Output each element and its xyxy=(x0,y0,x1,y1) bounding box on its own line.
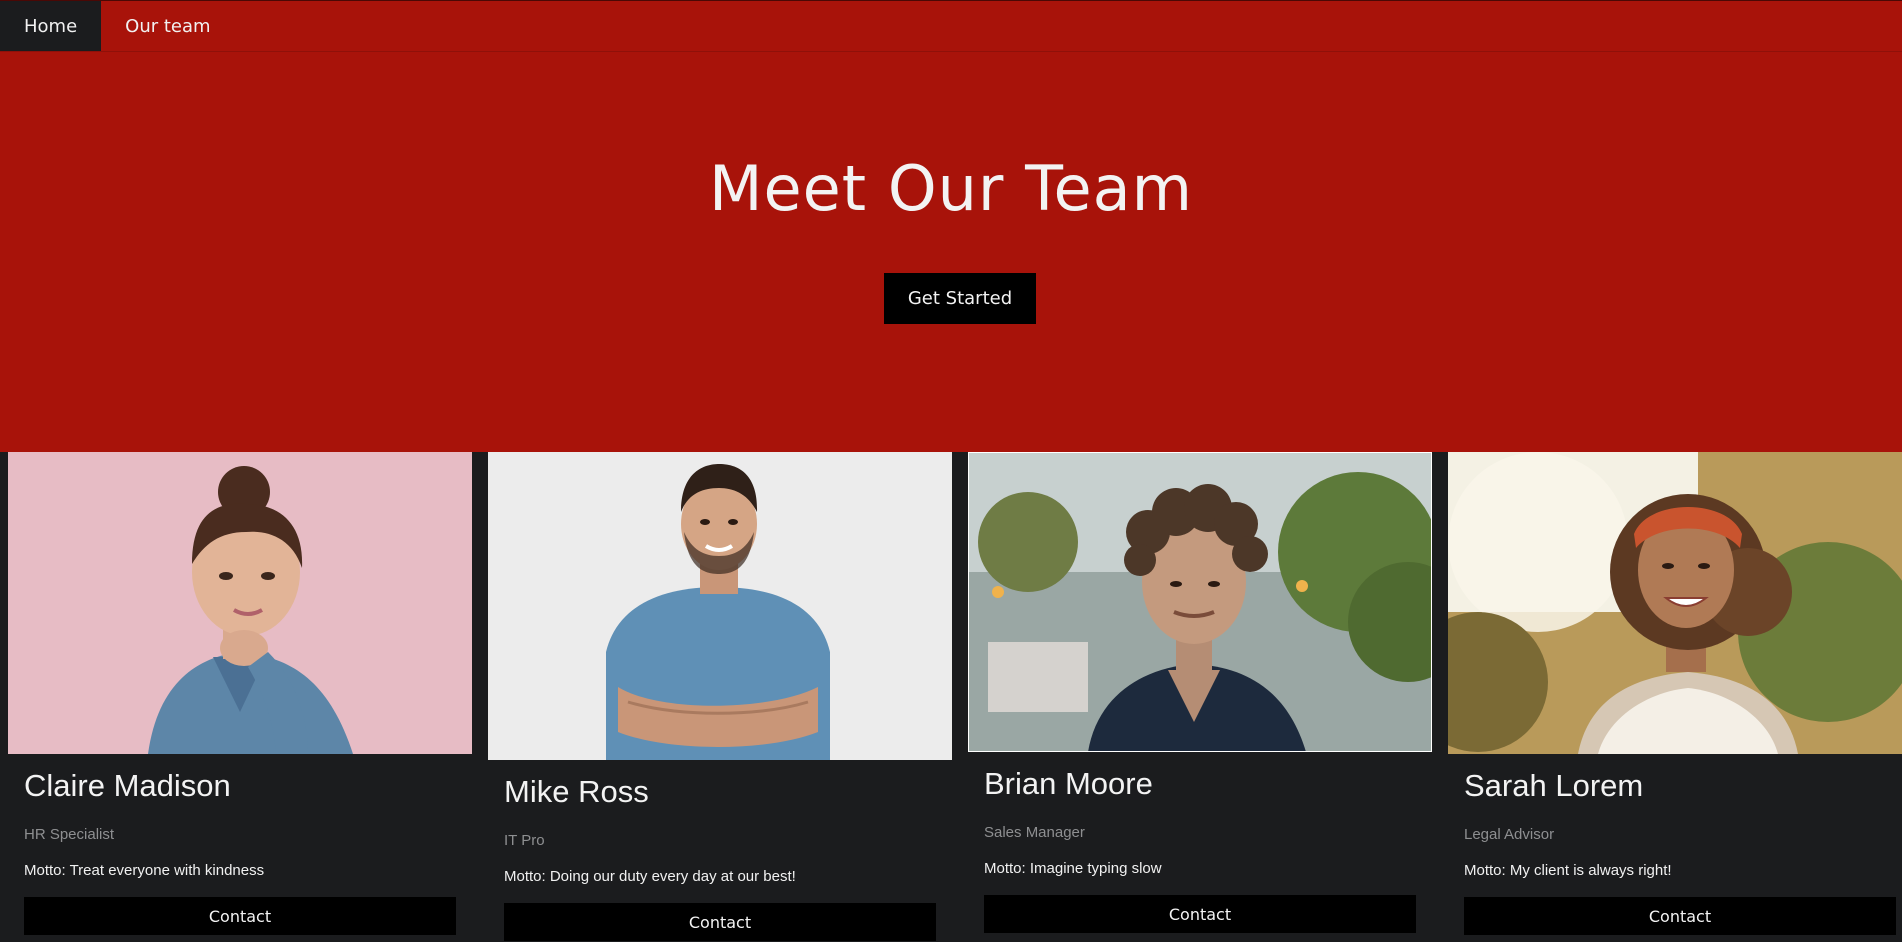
contact-button[interactable]: Contact xyxy=(984,895,1416,933)
member-role: IT Pro xyxy=(504,832,545,849)
card-body-sarah: Sarah Lorem Legal Advisor Motto: My clie… xyxy=(1464,768,1896,935)
team-photo-sarah xyxy=(1448,452,1902,754)
member-role: Legal Advisor xyxy=(1464,826,1555,843)
contact-button[interactable]: Contact xyxy=(1464,897,1896,935)
card-body-brian: Brian Moore Sales Manager Motto: Imagine… xyxy=(984,766,1416,933)
get-started-button[interactable]: Get Started xyxy=(884,273,1036,324)
hero-section: Meet Our Team Get Started xyxy=(0,52,1902,452)
card-body-mike: Mike Ross IT Pro Motto: Doing our duty e… xyxy=(504,774,936,941)
team-card-brian: Brian Moore Sales Manager Motto: Imagine… xyxy=(968,452,1432,942)
top-navbar: Home Our team xyxy=(0,0,1902,52)
team-card-mike: Mike Ross IT Pro Motto: Doing our duty e… xyxy=(488,452,952,942)
nav-our-team-link[interactable]: Our team xyxy=(101,1,234,51)
member-role: HR Specialist xyxy=(24,826,115,843)
member-name: Claire Madison xyxy=(24,768,231,803)
team-card-claire: Claire Madison HR Specialist Motto: Trea… xyxy=(8,452,472,942)
team-photo-claire xyxy=(8,452,472,754)
member-motto: Motto: My client is always right! xyxy=(1464,862,1672,879)
card-body-claire: Claire Madison HR Specialist Motto: Trea… xyxy=(24,768,456,935)
member-motto: Motto: Treat everyone with kindness xyxy=(24,862,265,879)
nav-home-link[interactable]: Home xyxy=(0,1,102,51)
hero-title: Meet Our Team xyxy=(709,152,1193,225)
contact-button[interactable]: Contact xyxy=(504,903,936,941)
team-photo-brian xyxy=(968,452,1432,752)
member-name: Brian Moore xyxy=(984,766,1153,801)
member-name: Sarah Lorem xyxy=(1464,768,1644,803)
member-motto: Motto: Doing our duty every day at our b… xyxy=(504,868,796,885)
member-name: Mike Ross xyxy=(504,774,649,809)
contact-button[interactable]: Contact xyxy=(24,897,456,935)
member-motto: Motto: Imagine typing slow xyxy=(984,860,1162,877)
team-photo-mike xyxy=(488,452,952,760)
team-card-sarah: Sarah Lorem Legal Advisor Motto: My clie… xyxy=(1448,452,1902,942)
member-role: Sales Manager xyxy=(984,824,1085,841)
